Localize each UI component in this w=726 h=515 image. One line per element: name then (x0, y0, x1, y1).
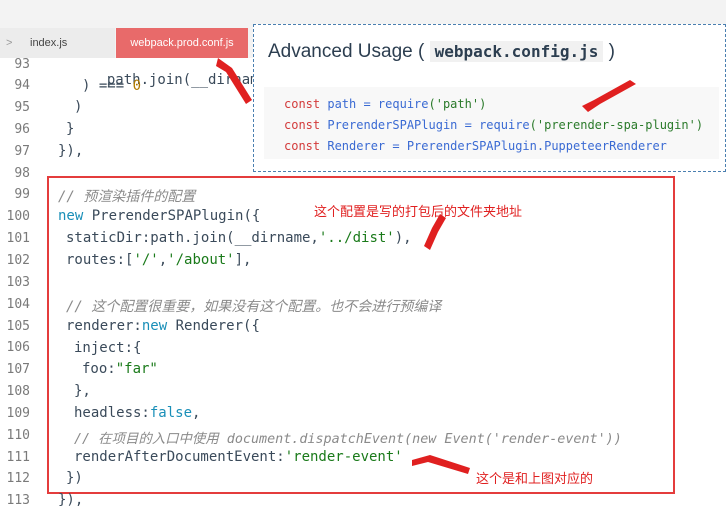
arrow-to-render-event-icon (412, 455, 470, 474)
arrow-to-tab-icon (216, 58, 252, 104)
arrow-to-dist-icon (424, 214, 446, 250)
arrow-to-prerender-icon (582, 80, 636, 112)
annotation-arrows (216, 58, 636, 474)
